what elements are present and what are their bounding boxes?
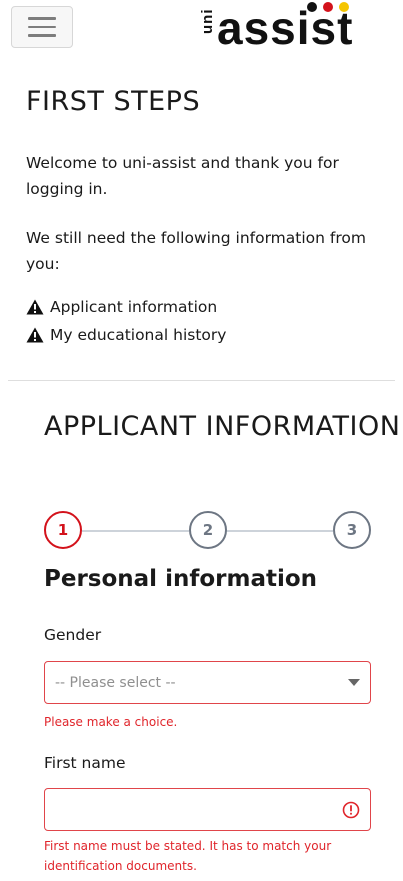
- stepper-connector: [226, 530, 333, 532]
- requirement-label: My educational history: [50, 326, 227, 344]
- hamburger-menu-icon-bar: [28, 17, 56, 20]
- first-name-label: First name: [44, 754, 126, 772]
- requirement-applicant-information[interactable]: Applicant information: [26, 298, 217, 316]
- warning-triangle-icon: [26, 327, 44, 343]
- step-3[interactable]: 3: [333, 511, 371, 549]
- welcome-text: Welcome to uni-assist and thank you for …: [26, 154, 339, 198]
- requirement-label: Applicant information: [50, 298, 218, 316]
- gender-select-placeholder: -- Please select --: [55, 674, 176, 691]
- logo-word: assist: [217, 2, 354, 54]
- hamburger-menu-button[interactable]: [11, 6, 73, 48]
- uni-assist-logo[interactable]: uni assist: [195, 0, 395, 56]
- first-name-error-message: First name must be stated. It has to mat…: [44, 839, 332, 873]
- step-2[interactable]: 2: [189, 511, 227, 549]
- warning-triangle-icon: [26, 299, 44, 315]
- hamburger-menu-icon-bar: [28, 34, 56, 37]
- section-divider: [8, 380, 395, 381]
- progress-stepper: 1 2 3: [44, 511, 371, 549]
- personal-information-heading: Personal information: [44, 566, 318, 592]
- applicant-information-title: APPLICANT INFORMATION: [44, 411, 401, 442]
- error-exclamation-icon: [342, 801, 360, 818]
- first-name-input[interactable]: [44, 788, 371, 831]
- requirement-educational-history[interactable]: My educational history: [26, 326, 226, 344]
- gender-label: Gender: [44, 626, 102, 644]
- gender-error-message: Please make a choice.: [44, 715, 178, 729]
- stepper-connector: [82, 530, 189, 532]
- needed-info-text: We still need the following information …: [26, 229, 366, 273]
- first-steps-title: FIRST STEPS: [26, 86, 201, 117]
- hamburger-menu-icon-bar: [28, 25, 56, 29]
- gender-select[interactable]: -- Please select --: [44, 661, 371, 704]
- dropdown-caret-icon: [348, 679, 360, 686]
- step-1-active[interactable]: 1: [44, 511, 82, 549]
- logo-prefix: uni: [199, 8, 216, 35]
